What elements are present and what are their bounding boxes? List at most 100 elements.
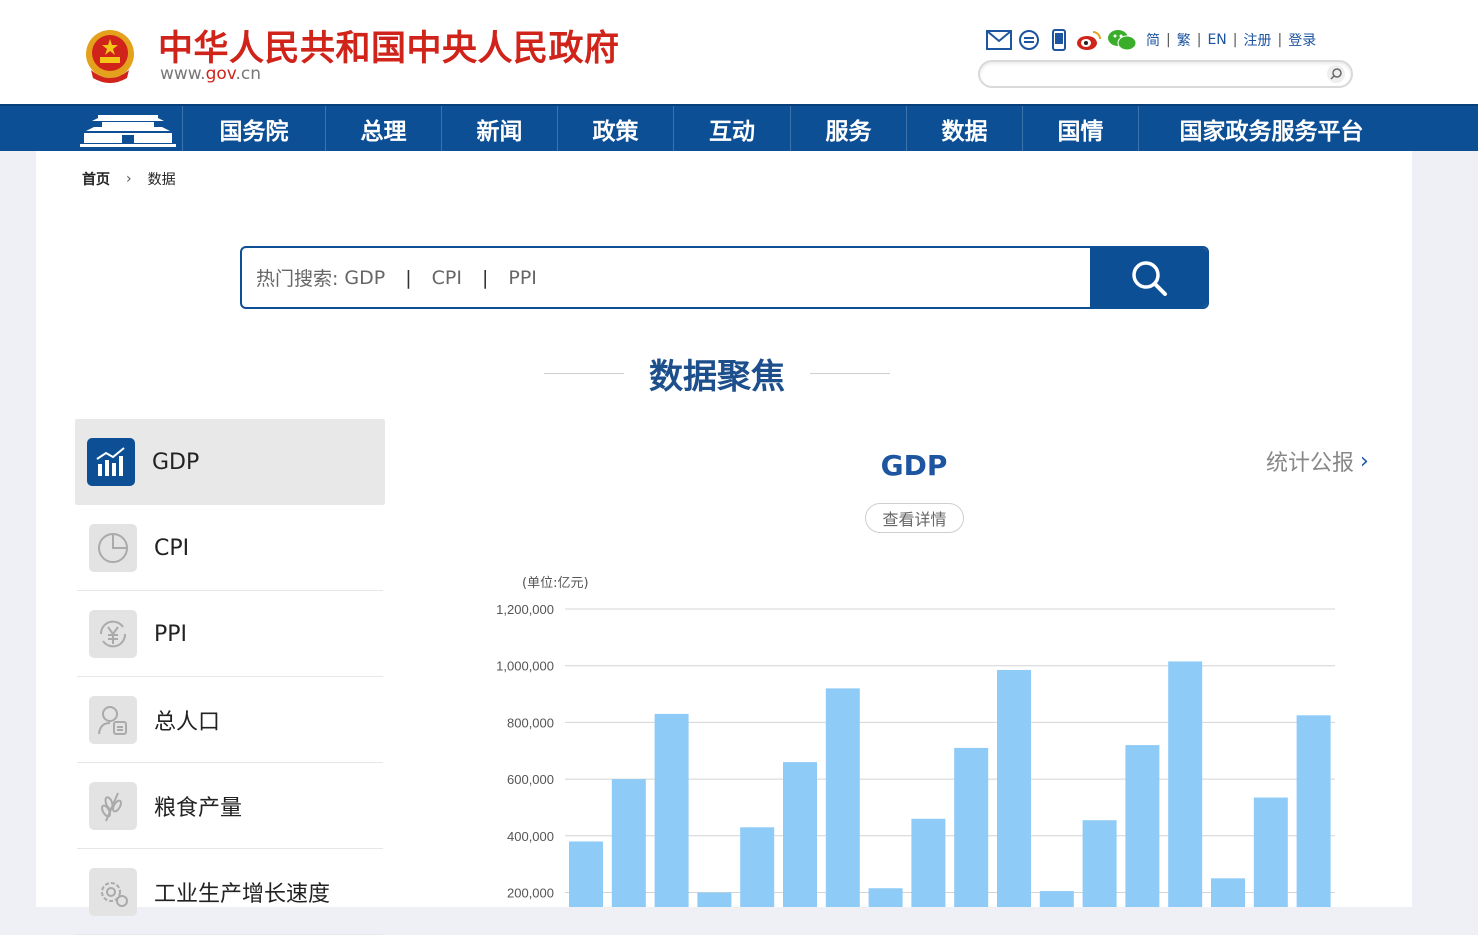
chart-bar[interactable] [1211, 878, 1245, 907]
national-emblem-icon [86, 30, 134, 83]
sidebar-item-grain-output[interactable]: 粮食产量 [77, 763, 383, 849]
chart-bar[interactable] [783, 762, 817, 907]
chart-unit-label: (单位:亿元) [522, 576, 589, 591]
weibo-icon[interactable] [1076, 27, 1102, 53]
register-link[interactable]: 注册 [1243, 30, 1271, 50]
chart-bar[interactable] [611, 779, 646, 907]
lang-english-link[interactable]: EN [1207, 32, 1226, 48]
chart-bar[interactable] [911, 818, 946, 907]
stat-bulletin-link[interactable]: 统计公报 › [1266, 445, 1369, 477]
hot-search-label: 热门搜索: [256, 268, 339, 290]
chart-bar[interactable] [1125, 745, 1160, 907]
chart-bar[interactable] [954, 747, 989, 907]
chart-bar[interactable] [1082, 820, 1117, 907]
chart-bar[interactable] [697, 892, 732, 908]
person-icon [89, 696, 137, 744]
y-tick-label: 200,000 [507, 886, 554, 901]
gdp-bar-chart: 1,200,000 1,000,000 800,000 600,000 400,000 2… [496, 602, 1335, 908]
chevron-right-icon: › [1360, 448, 1369, 474]
search-icon[interactable] [1327, 65, 1345, 83]
search-button[interactable] [1090, 248, 1207, 307]
sidebar-item-label: GDP [152, 449, 200, 475]
chart-bar[interactable] [997, 669, 1031, 907]
header-search-input[interactable] [978, 60, 1353, 88]
heading-divider [544, 372, 624, 374]
chart-bar[interactable] [1039, 891, 1074, 907]
chart-bar[interactable] [569, 841, 603, 907]
sidebar-item-label: CPI [154, 535, 190, 561]
message-icon[interactable] [1016, 27, 1042, 53]
sidebar-item-label: PPI [154, 621, 188, 647]
lang-separator: | [1277, 32, 1283, 48]
sidebar-item-cpi[interactable]: CPI [77, 505, 383, 591]
chart-bar[interactable] [1168, 661, 1203, 907]
header-tools: 简 | 繁 | EN | 注册 | 登录 [986, 27, 1316, 53]
heading-divider [810, 372, 890, 374]
lang-separator: | [1166, 32, 1171, 48]
sidebar-item-gdp[interactable]: GDP [75, 419, 385, 505]
mobile-icon[interactable] [1046, 27, 1072, 53]
bar-chart-icon [87, 438, 135, 486]
sidebar-item-label: 总人口 [154, 710, 221, 735]
chart-bar[interactable] [1296, 715, 1331, 907]
chart-bar[interactable] [1253, 797, 1288, 907]
nav-item-news[interactable]: 新闻 [441, 106, 557, 151]
hot-keyword-separator: | [405, 266, 412, 289]
view-details-button[interactable]: 查看详情 [865, 503, 964, 533]
data-search-box[interactable]: 热门搜索: GDP | CPI | PPI [240, 246, 1209, 309]
wheat-icon [89, 782, 137, 830]
sidebar-item-population[interactable]: 总人口 [77, 677, 383, 763]
hot-keyword-gdp[interactable]: GDP [344, 267, 385, 289]
hot-keyword-cpi[interactable]: CPI [432, 267, 462, 289]
y-tick-label: 600,000 [507, 772, 554, 787]
lang-separator: | [1232, 32, 1238, 48]
breadcrumb-arrow: › [126, 171, 132, 187]
nav-item-interaction[interactable]: 互动 [673, 106, 790, 151]
nav-item-policy[interactable]: 政策 [557, 106, 673, 151]
gdp-chart-panel: GDP 统计公报 › 查看详情 (单位:亿元) 1,200,000 1,000,0… [456, 441, 1412, 907]
breadcrumb-home[interactable]: 首页 [82, 169, 110, 189]
chart-bar[interactable] [654, 713, 689, 907]
lang-traditional-link[interactable]: 繁 [1177, 30, 1191, 50]
hot-keyword-separator: | [481, 266, 489, 289]
sidebar-item-label: 工业生产增长速度 [154, 882, 331, 907]
site-url-prefix: www. [160, 64, 206, 84]
yuan-cycle-icon [89, 610, 137, 658]
chart-bar[interactable] [740, 827, 775, 907]
site-url-domain: gov [205, 64, 236, 84]
mail-icon[interactable] [986, 27, 1012, 53]
nav-item-national-info[interactable]: 国情 [1022, 106, 1138, 151]
nav-item-services[interactable]: 服务 [790, 106, 906, 151]
main-content: 首页 › 数据 热门搜索: GDP | CPI | PPI 数据聚焦 GDP C… [36, 151, 1412, 935]
site-header: 中华人民共和国中央人民政府 www.gov.cn 简 | 繁 | EN | 注册 | 登… [0, 0, 1478, 104]
chart-bar[interactable] [825, 688, 860, 907]
nav-item-data[interactable]: 数据 [906, 106, 1022, 151]
chart-bar[interactable] [868, 888, 903, 907]
site-url-suffix: .cn [235, 64, 262, 84]
nav-item-service-platform[interactable]: 国家政务服务平台 [1138, 106, 1404, 151]
y-tick-label: 400,000 [507, 829, 554, 844]
nav-items: 国务院 总理 新闻 政策 互动 服务 数据 国情 国家政务服务平台 [182, 106, 1404, 151]
nav-item-state-council[interactable]: 国务院 [182, 106, 325, 151]
sidebar-item-ppi[interactable]: PPI [77, 591, 383, 677]
y-tick-label: 1,200,000 [496, 602, 554, 617]
y-tick-label: 800,000 [507, 715, 554, 730]
wechat-icon[interactable] [1106, 27, 1138, 53]
chart-title: GDP [880, 449, 948, 482]
nav-item-premier[interactable]: 总理 [325, 106, 441, 151]
sidebar-item-industrial-growth[interactable]: 工业生产增长速度 [77, 849, 383, 935]
hot-searches: 热门搜索: GDP | CPI | PPI [256, 248, 537, 307]
indicator-sidebar: GDP CPI PPI 总人口 粮食产量 工业生产增长速度 [75, 419, 385, 935]
breadcrumb-current[interactable]: 数据 [148, 169, 176, 189]
section-heading: 数据聚焦 [536, 351, 898, 397]
sidebar-item-label: 粮食产量 [154, 796, 243, 821]
hot-keyword-ppi[interactable]: PPI [508, 267, 537, 289]
stat-bulletin-label: 统计公报 [1266, 451, 1355, 476]
gear-icon [89, 868, 137, 916]
lang-simplified-link[interactable]: 简 [1146, 30, 1160, 50]
lang-links: 简 | 繁 | EN | 注册 | 登录 [1146, 30, 1316, 50]
site-url[interactable]: www.gov.cn [160, 64, 261, 84]
login-link[interactable]: 登录 [1288, 30, 1316, 50]
section-title: 数据聚焦 [649, 356, 785, 397]
tiananmen-home-icon[interactable] [76, 109, 180, 149]
